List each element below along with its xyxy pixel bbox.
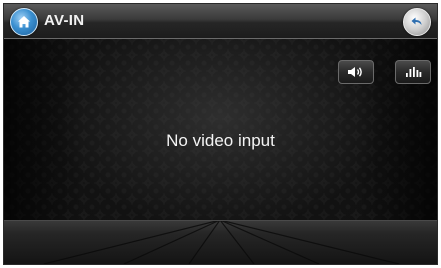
equalizer-button[interactable]: [395, 60, 431, 84]
volume-button[interactable]: [338, 60, 374, 84]
floor-background: [4, 220, 437, 264]
back-arrow-icon: [411, 17, 422, 25]
av-in-screen: AV-IN No video input: [4, 4, 437, 264]
no-video-message: No video input: [166, 131, 275, 150]
home-icon: [18, 16, 30, 28]
equalizer-bars-icon: [406, 67, 422, 77]
speaker-volume-icon: [348, 67, 362, 77]
video-display-area[interactable]: No video input: [4, 39, 437, 264]
back-button[interactable]: [403, 8, 431, 36]
home-button[interactable]: [10, 8, 38, 36]
page-title: AV-IN: [44, 12, 85, 29]
title-bar: AV-IN: [4, 4, 437, 39]
